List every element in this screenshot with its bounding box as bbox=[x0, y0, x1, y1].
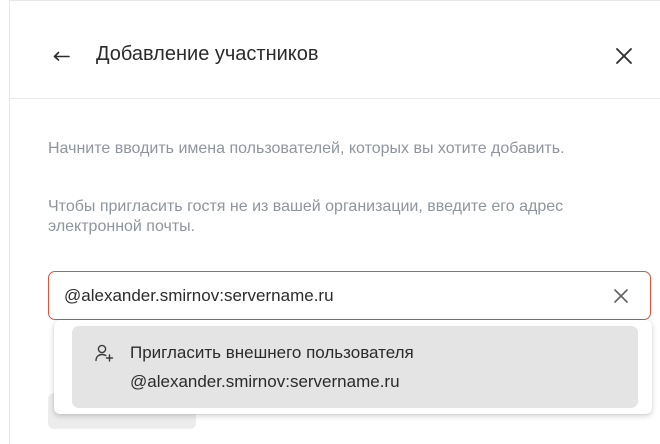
clear-icon bbox=[614, 289, 628, 303]
invite-option-address: @alexander.smirnov:servername.ru bbox=[130, 372, 400, 391]
arrow-left-icon bbox=[53, 51, 70, 61]
dialog-header: Добавление участников bbox=[10, 1, 660, 99]
invite-user-icon bbox=[95, 344, 114, 362]
dialog-title: Добавление участников bbox=[96, 43, 319, 65]
guest-hint: Чтобы пригласить гостя не из вашей орган… bbox=[48, 198, 564, 235]
clear-search-button[interactable] bbox=[609, 284, 633, 308]
search-hint: Начните вводить имена пользователей, кот… bbox=[48, 140, 565, 157]
screen: Добавление участников Начните вводить им… bbox=[0, 0, 660, 444]
invite-external-user-option[interactable]: Пригласить внешнего пользователя @alexan… bbox=[72, 326, 638, 408]
close-icon bbox=[616, 48, 632, 64]
back-button[interactable] bbox=[49, 41, 73, 65]
close-button[interactable] bbox=[611, 43, 637, 69]
participant-search-field bbox=[48, 271, 651, 320]
suggestion-dropdown: Пригласить внешнего пользователя @alexan… bbox=[54, 320, 652, 414]
participant-search-input[interactable] bbox=[64, 282, 584, 310]
invite-option-label: Пригласить внешнего пользователя bbox=[130, 343, 414, 362]
add-members-dialog: Добавление участников Начните вводить им… bbox=[9, 0, 660, 444]
